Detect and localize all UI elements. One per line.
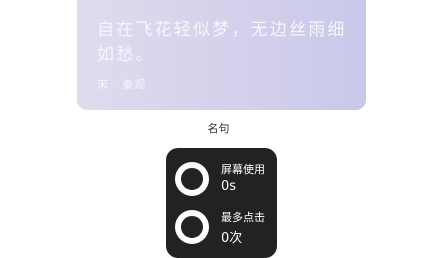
- screen-time-label: 屏幕使用: [221, 163, 265, 176]
- screen-time-stat: 屏幕使用 0s: [166, 156, 277, 202]
- max-clicks-label: 最多点击: [221, 211, 265, 224]
- quote-text: 自在飞花轻似梦，无边丝雨细如愁。: [97, 20, 347, 65]
- quote-author: 宋 · 秦观: [97, 78, 147, 91]
- max-clicks-stat: 最多点击 0次: [166, 204, 277, 250]
- screen-time-ring-icon: [175, 162, 209, 196]
- usage-stats-panel[interactable]: 屏幕使用 0s 最多点击 0次: [166, 148, 277, 258]
- max-clicks-value: 0次: [221, 231, 243, 246]
- screen-time-value: 0s: [221, 179, 237, 194]
- max-clicks-ring-icon: [175, 210, 209, 244]
- section-label: 名句: [207, 122, 230, 135]
- quote-card[interactable]: 自在飞花轻似梦，无边丝雨细如愁。 宋 · 秦观: [77, 0, 366, 110]
